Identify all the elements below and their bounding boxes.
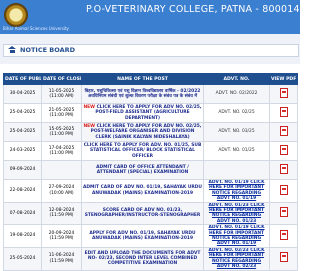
advt-notice-link[interactable]: ADVT. NO. 01/23 CLICK HERE FOR IMPORTANT… [208, 203, 264, 224]
post-title-link[interactable]: EDIT AND UPLOAD THE DOCUMENTS FOR ADVT N… [81, 246, 204, 271]
advt-number [203, 160, 270, 180]
notice-board-label: NOTICE BOARD [3, 44, 299, 57]
closing-date: 15-05-2025 (11:00 PM) [41, 122, 82, 142]
post-title[interactable]: APPLY FOR ADV NO. 01/19, SAHAYAK URDU AN… [89, 231, 195, 241]
pdf-icon[interactable] [279, 229, 288, 240]
post-title-link[interactable]: NEW CLICK HERE TO APPLY FOR ADV NO. 02/2… [81, 103, 204, 123]
post-title-link[interactable]: SCORE CARD OF ADV NO. 01/23, STENOGRAPHE… [81, 201, 204, 226]
post-title[interactable]: ADMIT CARD OF ADV NO. 01/19, SAHAYAK URD… [83, 185, 202, 195]
col-date-of-closing: DATE OF CLOSING [41, 73, 82, 85]
advt-number-text: ADVT. NO. 03/25 [218, 129, 255, 135]
view-pdf-cell[interactable] [269, 160, 298, 180]
post-title[interactable]: CLICK HERE TO APPLY FOR ADV NO. 02/25, P… [91, 124, 202, 140]
view-pdf-cell[interactable] [269, 201, 298, 226]
table-row: 25-04-2025 21-05-2025 (11:00 PM) NEW CLICK… [3, 103, 298, 123]
advt-number-text: ADVT. NO. 01/25 [218, 148, 255, 154]
pdf-icon[interactable] [279, 252, 288, 263]
table-header-row: DATE OF PUBLISH DATE OF CLOSING NAME OF … [3, 73, 298, 85]
closing-date: 27-09-2024 (10:00 AM) [41, 179, 82, 203]
col-date-of-publish: DATE OF PUBLISH [3, 73, 42, 85]
pdf-icon[interactable] [279, 163, 288, 174]
table-row: 22-08-2024 27-09-2024 (10:00 AM) ADMIT CAR… [3, 179, 298, 203]
table-row: 19-08-2024 20-09-2024 (11:59 PM) APPLY FOR… [3, 224, 298, 248]
col-advt-no: ADVT. NO. [203, 73, 270, 85]
table-row: 24-03-2025 17-04-2025 (11:00 PM) CLICK HER… [3, 141, 298, 161]
view-pdf-cell[interactable] [269, 84, 298, 104]
table-row: 25-05-2024 11-06-2024 (11:59 PM) EDIT AND … [3, 246, 298, 271]
table-row: 30-04-2025 11-05-2025 (11:00 AM) बिहार, पश… [3, 84, 298, 104]
advt-number: ADVT. NO. 01/25 [203, 141, 270, 161]
advt-number: ADVT. NO. 02/25 [203, 103, 270, 123]
notice-board-text: NOTICE BOARD [20, 46, 76, 54]
advt-number[interactable]: ADVT. NO. 01/19 CLICK HERE FOR IMPORTANT… [203, 224, 270, 248]
advt-notice-link[interactable]: ADVT. NO. 01/19 CLICK HERE FOR IMPORTANT… [208, 180, 264, 201]
post-title-link[interactable]: बिहार, पशुचिकित्सा एवं पशु विज्ञान विश्व… [81, 84, 204, 104]
table-row: 25-04-2025 15-05-2025 (11:00 PM) NEW CLICK… [3, 122, 298, 142]
new-badge: NEW [83, 104, 96, 110]
post-title[interactable]: SCORE CARD OF ADV NO. 01/23, STENOGRAPHE… [85, 208, 201, 218]
post-title[interactable]: बिहार, पशुचिकित्सा एवं पशु विज्ञान विश्व… [85, 89, 201, 99]
post-title[interactable]: ADMIT CARD OF OFFICE ATTENDANT / ATTENDA… [96, 165, 189, 175]
table-row: 09-09-2024 ADMIT CARD OF OFFICE ATTENDANT… [3, 160, 298, 180]
pdf-icon[interactable] [279, 184, 288, 195]
publish-date: 07-08-2024 [3, 201, 42, 226]
publish-date: 25-05-2024 [3, 246, 42, 271]
post-title-link[interactable]: APPLY FOR ADV NO. 01/19, SAHAYAK URDU AN… [81, 224, 204, 248]
col-name-of-post: NAME OF THE POST [81, 73, 204, 85]
advt-number: ADVT. NO. 02/2022 [203, 84, 270, 104]
view-pdf-cell[interactable] [269, 141, 298, 161]
closing-date: 20-09-2024 (11:59 PM) [41, 224, 82, 248]
pdf-icon[interactable] [279, 87, 288, 98]
advt-notice-link[interactable]: ADVT. NO. 02/23 CLICK HERE FOR IMPORTANT… [208, 248, 264, 269]
publish-date: 09-09-2024 [3, 160, 42, 180]
pdf-icon[interactable] [279, 144, 288, 155]
publish-date: 24-03-2025 [3, 141, 42, 161]
view-pdf-cell[interactable] [269, 122, 298, 142]
col-view-pdf: VIEW PDF [269, 73, 298, 85]
publish-date: 25-04-2025 [3, 103, 42, 123]
publish-date: 19-08-2024 [3, 224, 42, 248]
college-name: P.O-VETERINARY COLLEGE, PATNA - 800014 [86, 4, 300, 15]
post-title[interactable]: CLICK HERE TO APPLY FOR ADV. NO. 01/25, … [84, 143, 202, 159]
pdf-icon[interactable] [279, 125, 288, 136]
notice-table: DATE OF PUBLISH DATE OF CLOSING NAME OF … [3, 73, 298, 271]
post-title[interactable]: CLICK HERE TO APPLY FOR ADV NO. 02/25, P… [95, 105, 201, 121]
view-pdf-cell[interactable] [269, 246, 298, 271]
closing-date: 17-04-2025 (11:00 PM) [41, 141, 82, 161]
pdf-icon[interactable] [279, 207, 288, 218]
notice-bar: NOTICE BOARD [0, 34, 300, 64]
closing-date: 21-05-2025 (11:00 PM) [41, 103, 82, 123]
advt-number[interactable]: ADVT. NO. 02/23 CLICK HERE FOR IMPORTANT… [203, 246, 270, 271]
advt-number[interactable]: ADVT. NO. 01/19 CLICK HERE FOR IMPORTANT… [203, 179, 270, 203]
advt-notice-link[interactable]: ADVT. NO. 01/19 CLICK HERE FOR IMPORTANT… [208, 226, 264, 247]
view-pdf-cell[interactable] [269, 103, 298, 123]
post-title-link[interactable]: CLICK HERE TO APPLY FOR ADV. NO. 01/25, … [81, 141, 204, 161]
publish-date: 30-04-2025 [3, 84, 42, 104]
closing-date: 12-08-2024 (11:59 PM) [41, 201, 82, 226]
home-icon[interactable] [8, 46, 17, 53]
site-header: Bihar Animal Sciences University P.O-VET… [0, 0, 300, 35]
post-title-link[interactable]: ADMIT CARD OF ADV NO. 01/19, SAHAYAK URD… [81, 179, 204, 203]
post-title-link[interactable]: NEW CLICK HERE TO APPLY FOR ADV NO. 02/2… [81, 122, 204, 142]
college-logo-icon [4, 3, 28, 27]
closing-date: 11-06-2024 (11:59 PM) [41, 246, 82, 271]
advt-number[interactable]: ADVT. NO. 01/23 CLICK HERE FOR IMPORTANT… [203, 201, 270, 226]
post-title-link[interactable]: ADMIT CARD OF OFFICE ATTENDANT / ATTENDA… [81, 160, 204, 180]
logo-caption: Bihar Animal Sciences University [3, 26, 69, 31]
view-pdf-cell[interactable] [269, 224, 298, 248]
publish-date: 25-04-2025 [3, 122, 42, 142]
publish-date: 22-08-2024 [3, 179, 42, 203]
view-pdf-cell[interactable] [269, 179, 298, 203]
advt-number: ADVT. NO. 03/25 [203, 122, 270, 142]
advt-number-text: ADVT. NO. 02/25 [218, 110, 255, 116]
table-row: 07-08-2024 12-08-2024 (11:59 PM) SCORE CAR… [3, 201, 298, 226]
advt-number-text: ADVT. NO. 02/2022 [215, 91, 258, 97]
closing-date [41, 160, 82, 180]
pdf-icon[interactable] [279, 106, 288, 117]
closing-date: 11-05-2025 (11:00 AM) [41, 84, 82, 104]
